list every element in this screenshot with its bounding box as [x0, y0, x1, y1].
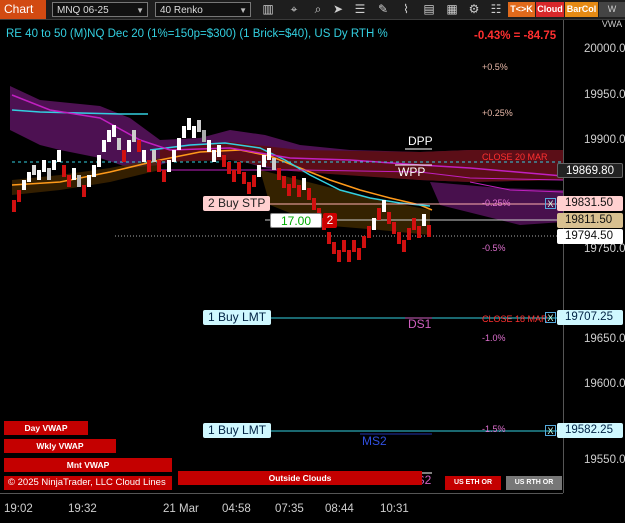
instrument-selector[interactable]: MNQ 06-25 ▼	[52, 2, 148, 17]
close-icon[interactable]: X	[545, 312, 556, 323]
price-badge-pivot: 19869.80	[557, 163, 623, 178]
level-label-close20: CLOSE 20 MAR	[482, 152, 548, 162]
level-label-m15: -1.5%	[482, 424, 506, 434]
pnl-readout: 17.00	[270, 213, 322, 228]
cloud-button[interactable]: Cloud	[536, 2, 564, 17]
price-tick: 19650.00	[584, 333, 625, 345]
watermark: © 2025 NinjaTrader, LLC Cloud Lines	[4, 476, 172, 490]
chart-trader-icon[interactable]: ☷	[488, 2, 504, 17]
close-icon[interactable]: X	[545, 425, 556, 436]
cloud-lines-label[interactable]: Cloud Lines	[116, 477, 166, 488]
time-tick: 19:02	[4, 503, 33, 515]
strategies-icon[interactable]: ⚙	[466, 2, 482, 17]
price-badge-buy-lmt-2: 19582.25	[557, 423, 623, 438]
bar-type-selector[interactable]: 40 Renko ▼	[155, 2, 251, 17]
time-tick: 04:58	[222, 503, 251, 515]
change-readout: -0.43% = -84.75	[474, 30, 557, 42]
us-rth-or-button[interactable]: US RTH OR	[506, 476, 562, 490]
tk-button[interactable]: T<>K	[508, 2, 535, 17]
level-label-dpp: DPP	[408, 134, 433, 148]
wkly-vwap-button[interactable]: Wkly VWAP	[4, 439, 116, 453]
level-label-wpp: WPP	[398, 165, 426, 179]
instrument-label: MNQ 06-25	[57, 5, 109, 16]
zoom-icon[interactable]: ⌕	[310, 2, 326, 17]
price-tick: 19900.00	[584, 134, 625, 146]
chart-tab[interactable]: Chart	[0, 0, 46, 19]
data-box-icon[interactable]: ▦	[444, 2, 460, 17]
bar-type-label: 40 Renko	[160, 5, 203, 16]
price-badge-last: 19794.50	[557, 229, 623, 244]
level-label-m025: -0.25%	[482, 198, 511, 208]
price-tick: 20000.00	[584, 43, 625, 55]
price-badge-buy-lmt-1: 19707.25	[557, 310, 623, 325]
time-tick: 10:31	[380, 503, 409, 515]
level-label-p025: +0.25%	[482, 108, 513, 118]
watermark-text: © 2025 NinjaTrader, LLC	[8, 477, 113, 488]
templates-icon[interactable]: ▤	[421, 2, 437, 17]
buy-lmt-order-1[interactable]: 1 Buy LMT	[203, 310, 272, 325]
level-label-m1: -1.0%	[482, 333, 506, 343]
price-tick: 19550.00	[584, 454, 625, 466]
vwap-toggle-button[interactable]: W VWA	[599, 2, 625, 29]
position-qty[interactable]: 2	[323, 213, 337, 228]
price-badge-buy-stp: 19831.50	[557, 196, 623, 211]
bar-chart-icon[interactable]: ▥	[260, 2, 276, 17]
time-tick: 21 Mar	[163, 503, 199, 515]
price-tick: 19950.00	[584, 89, 625, 101]
price-badge-position: 19811.50	[557, 213, 623, 228]
price-tick: 19600.00	[584, 378, 625, 390]
time-tick: 08:44	[325, 503, 354, 515]
level-label-ds1: DS1	[408, 317, 432, 331]
price-tick: 19750.00	[584, 243, 625, 255]
level-label-m05: -0.5%	[482, 243, 506, 253]
chevron-down-icon: ▼	[239, 6, 247, 15]
crosshair-icon[interactable]: ⌖	[286, 2, 302, 17]
drawing-tool-icon[interactable]: ✎	[375, 2, 391, 17]
indicators-icon[interactable]: ⌇	[398, 2, 414, 17]
time-tick: 19:32	[68, 503, 97, 515]
time-tick: 07:35	[275, 503, 304, 515]
properties-icon[interactable]: ☰	[352, 2, 368, 17]
chart-header: RE 40 to 50 (M)NQ Dec 20 (1%=150p=$300) …	[6, 28, 388, 40]
barcol-button[interactable]: BarCol	[565, 2, 598, 17]
level-label-ms2: MS2	[362, 434, 387, 448]
day-vwap-button[interactable]: Day VWAP	[4, 421, 88, 435]
mnt-vwap-button[interactable]: Mnt VWAP	[4, 458, 172, 472]
level-label-close18: CLOSE 18 MAR	[482, 314, 548, 324]
us-eth-or-button[interactable]: US ETH OR	[445, 476, 501, 490]
outside-clouds-button[interactable]: Outside Clouds	[178, 471, 422, 485]
chevron-down-icon: ▼	[136, 6, 144, 15]
level-label-p05: +0.5%	[482, 62, 508, 72]
buy-lmt-order-2[interactable]: 1 Buy LMT	[203, 423, 272, 438]
pointer-icon[interactable]: ➤	[330, 2, 346, 17]
close-icon[interactable]: X	[545, 198, 556, 209]
buy-stp-order[interactable]: 2 Buy STP	[203, 196, 271, 211]
